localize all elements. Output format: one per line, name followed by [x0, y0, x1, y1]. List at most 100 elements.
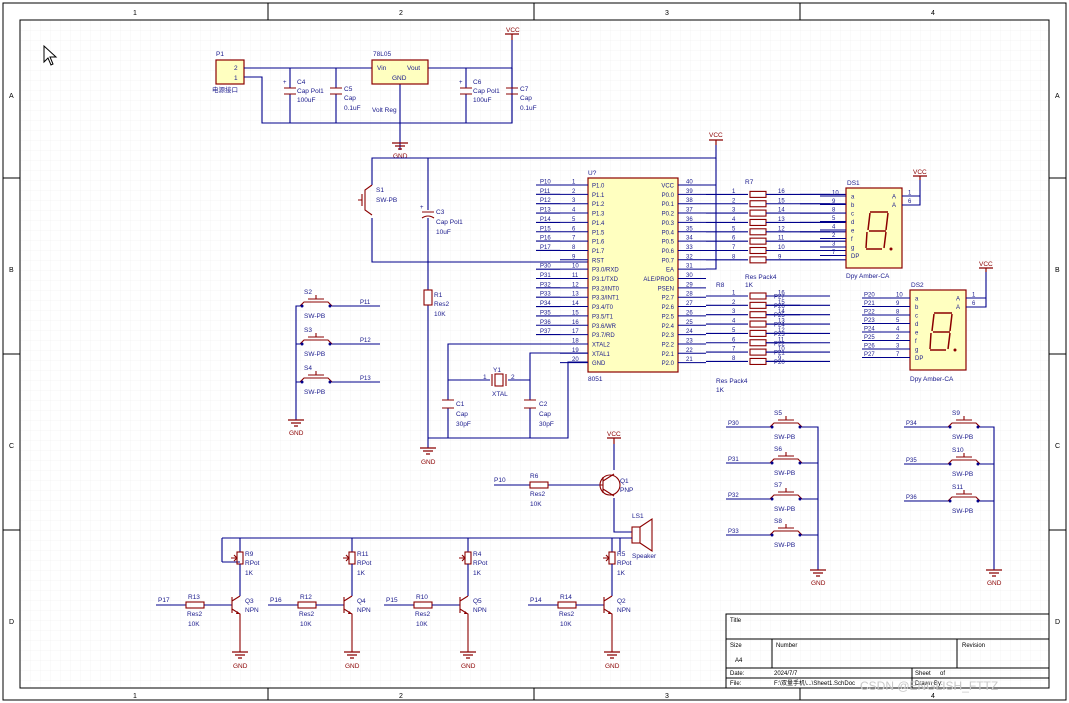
mcu-net-label-left: P37 [540, 329, 551, 335]
q1-ref: Q1 [620, 478, 629, 485]
mcu-net-label-left: P32 [540, 282, 551, 288]
gnd-label-driver: GND [461, 663, 476, 670]
c2-ref: C2 [539, 401, 548, 408]
c6-value: 100uF [473, 97, 491, 104]
key-type: SW-PB [304, 389, 325, 396]
tb-revision-label: Revision [962, 643, 985, 649]
display-net-label: P26 [864, 344, 875, 350]
mcu-pin-name-right: VCC [661, 184, 674, 190]
display-anode-label: A [892, 203, 896, 209]
display-net-label: P22 [864, 310, 875, 316]
driver-res-value: 10K [416, 621, 428, 628]
mcu-pin-name-left: P3.7/RD [592, 333, 615, 339]
c2-value: 30pF [539, 421, 554, 428]
reg-vin: Vin [377, 65, 387, 72]
c4-plus: + [283, 80, 287, 86]
r6-ref: R6 [530, 473, 539, 480]
driver-net-label: P17 [158, 597, 170, 604]
mcu-pin-num-left: 11 [572, 273, 579, 279]
mcu-pin-num-right: 32 [686, 254, 693, 260]
driver-res-value: 10K [300, 621, 312, 628]
mcu-pin-name-left: P3.1/TXD [592, 277, 619, 283]
mcu-pin-num-right: 21 [686, 357, 693, 363]
key-ref: S9 [952, 410, 960, 417]
mcu-pin-num-left: 17 [572, 329, 579, 335]
key-type: SW-PB [774, 506, 795, 513]
key-type: SW-PB [774, 434, 795, 441]
mcu-pin-num-right: 30 [686, 273, 693, 279]
pot-type: RPot [245, 560, 260, 567]
respack-pin-right: 12 [778, 226, 785, 232]
display-net-label: P27 [864, 352, 875, 358]
mcu-pin-num-right: 23 [686, 338, 693, 344]
mcu-pin-name-left: P1.6 [592, 240, 605, 246]
zone-col-3-bottom: 3 [665, 693, 669, 700]
driver-res-type: Res2 [415, 611, 431, 618]
vcc-label-ds1: VCC [913, 169, 927, 176]
driver-res-ref: R13 [188, 594, 200, 601]
pot-ref: R11 [357, 551, 369, 558]
respack-pin-right: 13 [778, 217, 785, 223]
c3-type: Cap Pol1 [436, 219, 463, 226]
zone-row-c-left: C [9, 443, 14, 450]
mcu-net-label-left: P16 [540, 236, 551, 242]
key-type: SW-PB [304, 351, 325, 358]
zone-row-c-right: C [1055, 443, 1060, 450]
mcu-pin-num-left: 19 [572, 348, 579, 354]
driver-res-type: Res2 [187, 611, 203, 618]
mcu-pin-num-right: 36 [686, 217, 693, 223]
mcu-ref: U? [588, 170, 597, 177]
c6-ref: C6 [473, 79, 482, 86]
mcu-pin-name-left: P3.6/WR [592, 324, 617, 330]
tb-file-value: F:\双量手机\...\Sheet1.SchDoc [774, 679, 855, 687]
key-type: SW-PB [774, 470, 795, 477]
c6-plus: + [459, 80, 463, 86]
zone-col-2-top: 2 [399, 10, 403, 17]
mcu-pin-num-right: 25 [686, 320, 693, 326]
pot-value: 1K [245, 570, 254, 577]
mcu-pin-num-left: 12 [572, 282, 579, 288]
c4-value: 100uF [297, 97, 315, 104]
r1-ref: R1 [434, 292, 443, 299]
vcc-label-reg: VCC [506, 27, 520, 34]
vcc-label-ds2: VCC [979, 261, 993, 268]
respack-pin-right: 16 [778, 189, 785, 195]
driver-res-value: 10K [188, 621, 200, 628]
mcu-net-label-left: P17 [540, 245, 551, 251]
ds1-name: Dpy Amber-CA [846, 273, 890, 280]
mcu-pin-name-right: P2.5 [662, 314, 675, 320]
gnd-label-reg: GND [393, 153, 408, 160]
pot-ref: R9 [245, 551, 254, 558]
key-type: SW-PB [952, 471, 973, 478]
r8-value-top: 1K [745, 282, 754, 289]
mcu-pin-num-left: 16 [572, 320, 579, 326]
mcu-net-label-left: P10 [540, 180, 551, 186]
s1-ref: S1 [376, 187, 384, 194]
key-net-label: P36 [906, 495, 917, 501]
display-net-label: P23 [864, 318, 875, 324]
zone-col-1-top: 1 [133, 10, 137, 17]
key-ref: S10 [952, 447, 964, 454]
p1-connector[interactable] [215, 59, 245, 85]
mcu-pin-num-right: 34 [686, 236, 693, 242]
mcu-pin-num-right: 35 [686, 226, 693, 232]
display-anode-label: A [956, 297, 960, 303]
mcu-pin-num-right: 37 [686, 208, 693, 214]
mcu-net-label-left: P12 [540, 198, 551, 204]
driver-net-label: P14 [530, 597, 542, 604]
mcu-net-label-left: P14 [540, 217, 551, 223]
key-net-label: P31 [728, 457, 739, 463]
r8-ref: R8 [716, 282, 725, 289]
mcu-pin-num-right: 38 [686, 198, 693, 204]
tb-date-label: Date: [730, 671, 745, 677]
zone-col-4-bottom: 4 [931, 693, 935, 700]
mcu-pin-num-right: 33 [686, 245, 693, 251]
mcu-pin-num-right: 26 [686, 310, 693, 316]
display-seg-label: g [915, 348, 918, 354]
gnd-label-keys: GND [289, 430, 304, 437]
mcu-pin-name-left: GND [592, 361, 606, 367]
mcu-net-label-left: P31 [540, 273, 551, 279]
key-net-label: P30 [728, 421, 739, 427]
pot-ref: R4 [473, 551, 482, 558]
pot-type: RPot [617, 560, 632, 567]
